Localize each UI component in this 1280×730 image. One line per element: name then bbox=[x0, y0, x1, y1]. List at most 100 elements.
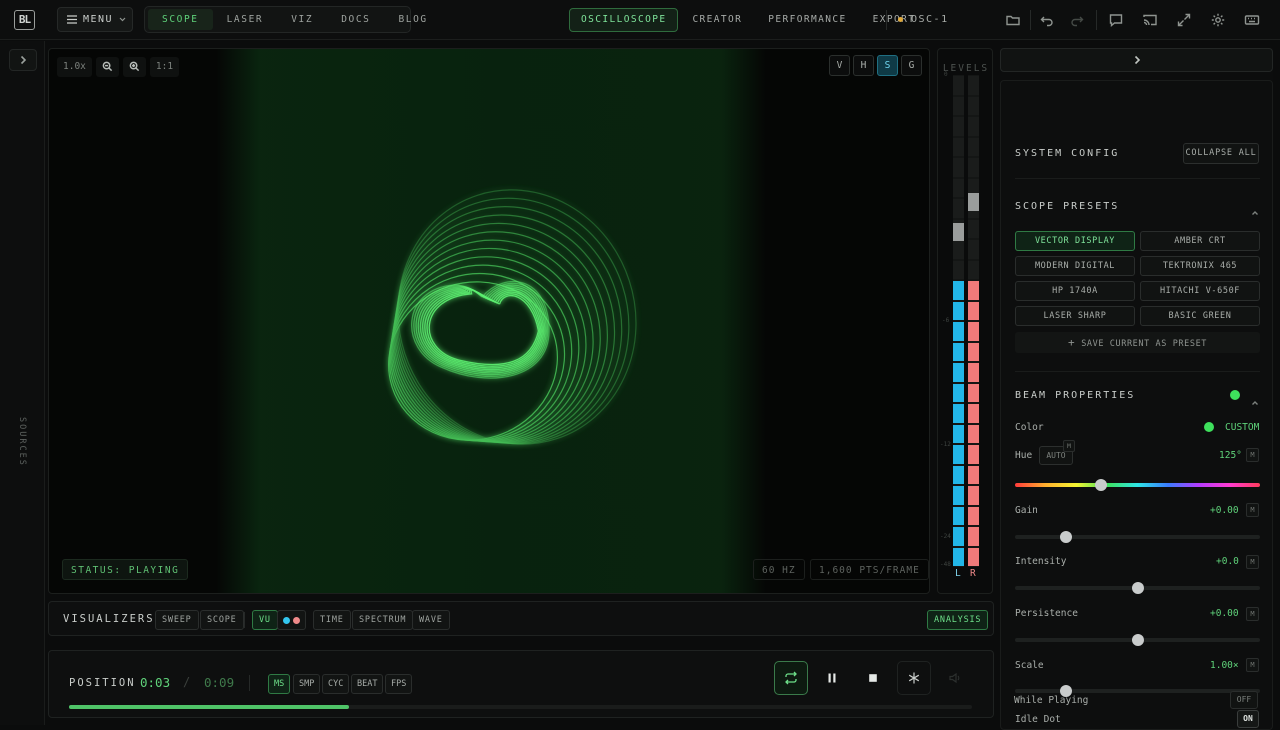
meter-segment bbox=[968, 322, 979, 341]
hue-slider-thumb[interactable] bbox=[1094, 479, 1107, 491]
chevron-up-icon[interactable] bbox=[1251, 392, 1259, 405]
undo-icon[interactable] bbox=[1038, 11, 1056, 29]
zoom-reset-button[interactable]: 1:1 bbox=[149, 57, 180, 77]
persistence-slider[interactable] bbox=[1015, 634, 1260, 646]
color-value[interactable]: CUSTOM bbox=[1225, 422, 1259, 433]
intensity-slider[interactable] bbox=[1015, 582, 1260, 594]
zoom-in-icon bbox=[129, 61, 140, 72]
while-playing-toggle[interactable]: OFF bbox=[1230, 691, 1258, 709]
expand-sources-button[interactable] bbox=[9, 49, 37, 71]
meter-segment bbox=[953, 322, 964, 341]
unit-smp-button[interactable]: SMP bbox=[293, 674, 321, 694]
viz-spectrum-button[interactable]: SPECTRUM bbox=[352, 610, 414, 630]
meter-segment bbox=[953, 240, 964, 259]
m-badge[interactable]: M bbox=[1246, 503, 1259, 517]
unit-ms-button[interactable]: MS bbox=[268, 674, 291, 694]
unit-beat-button[interactable]: BEAT bbox=[351, 674, 384, 694]
settings-icon[interactable] bbox=[1209, 11, 1227, 29]
settings-panel-body: SYSTEM CONFIG COLLAPSE ALL SCOPE PRESETS… bbox=[1000, 80, 1273, 730]
meter-peak-hold bbox=[953, 222, 964, 241]
scope-presets-title[interactable]: SCOPE PRESETS bbox=[1015, 201, 1119, 212]
zoom-out-button[interactable] bbox=[95, 57, 119, 77]
viz-wave-button[interactable]: WAVE bbox=[412, 610, 450, 630]
view-s-button[interactable]: S bbox=[877, 55, 898, 76]
nav-tab-docs[interactable]: DOCS bbox=[327, 9, 384, 30]
chat-icon[interactable] bbox=[1107, 11, 1125, 29]
idle-dot-toggle[interactable]: ON bbox=[1237, 710, 1259, 728]
chevron-up-icon[interactable] bbox=[1251, 202, 1259, 215]
viz-scope-button[interactable]: SCOPE bbox=[200, 610, 244, 630]
snowflake-icon bbox=[908, 672, 920, 684]
meter-segment bbox=[968, 260, 979, 279]
stop-button[interactable] bbox=[856, 661, 890, 695]
view-g-button[interactable]: G bbox=[901, 55, 922, 76]
freeze-button[interactable] bbox=[897, 661, 931, 695]
nav-tab-laser[interactable]: LASER bbox=[213, 9, 278, 30]
left-channel-meter bbox=[953, 75, 964, 567]
preset-vector-display[interactable]: VECTOR DISPLAY bbox=[1015, 231, 1135, 251]
m-badge[interactable]: M bbox=[1246, 555, 1259, 569]
preset-hp-1740a[interactable]: HP 1740A bbox=[1015, 281, 1135, 301]
fullscreen-icon[interactable] bbox=[1175, 11, 1193, 29]
view-h-button[interactable]: H bbox=[853, 55, 874, 76]
viz-sweep-button[interactable]: SWEEP bbox=[155, 610, 199, 630]
m-badge[interactable]: M bbox=[1246, 607, 1259, 621]
nav-tab-blog[interactable]: BLOG bbox=[384, 9, 441, 30]
pause-button[interactable] bbox=[815, 661, 849, 695]
m-badge[interactable]: M bbox=[1246, 658, 1259, 672]
playback-progress[interactable] bbox=[69, 705, 972, 709]
collapse-panel-button[interactable] bbox=[1000, 48, 1273, 72]
device-selector[interactable]: OSC-1 bbox=[898, 8, 949, 32]
gain-slider-thumb[interactable] bbox=[1060, 531, 1073, 543]
keyboard-icon[interactable] bbox=[1243, 11, 1261, 29]
collapse-all-button[interactable]: COLLAPSE ALL bbox=[1183, 143, 1259, 164]
persistence-slider-thumb[interactable] bbox=[1131, 634, 1144, 646]
m-badge[interactable]: M bbox=[1063, 440, 1075, 452]
save-preset-button[interactable]: + SAVE CURRENT AS PRESET bbox=[1015, 332, 1260, 353]
folder-icon[interactable] bbox=[1004, 11, 1022, 29]
nav-tab-scope[interactable]: SCOPE bbox=[148, 9, 213, 30]
zoom-in-button[interactable] bbox=[122, 57, 146, 77]
hue-slider[interactable] bbox=[1015, 479, 1260, 491]
meter-segment bbox=[953, 137, 964, 156]
cast-icon[interactable] bbox=[1141, 11, 1159, 29]
scale-slider[interactable] bbox=[1015, 685, 1260, 697]
viz-time-button[interactable]: TIME bbox=[313, 610, 351, 630]
analysis-button[interactable]: ANALYSIS bbox=[927, 610, 989, 630]
unit-cyc-button[interactable]: CYC bbox=[322, 674, 350, 694]
view-v-button[interactable]: V bbox=[829, 55, 850, 76]
mode-tab-oscilloscope[interactable]: OSCILLOSCOPE bbox=[569, 8, 679, 32]
mode-tab-performance[interactable]: PERFORMANCE bbox=[756, 8, 858, 32]
preset-laser-sharp[interactable]: LASER SHARP bbox=[1015, 306, 1135, 326]
level-tick: -6 bbox=[942, 317, 950, 324]
color-swatch[interactable] bbox=[1204, 422, 1214, 432]
preset-basic-green[interactable]: BASIC GREEN bbox=[1140, 306, 1260, 326]
visualizers-bar: VISUALIZERS SWEEP SCOPE VU TIME SPECTRUM… bbox=[48, 601, 994, 636]
beam-properties-title[interactable]: BEAM PROPERTIES bbox=[1015, 390, 1135, 401]
meter-segment bbox=[953, 281, 964, 300]
intensity-slider-thumb[interactable] bbox=[1131, 582, 1144, 594]
loop-button[interactable] bbox=[774, 661, 808, 695]
meter-segment bbox=[968, 281, 979, 300]
preset-amber-crt[interactable]: AMBER CRT bbox=[1140, 231, 1260, 251]
menu-button[interactable]: MENU bbox=[57, 7, 133, 32]
nav-tab-viz[interactable]: VIZ bbox=[277, 9, 327, 30]
preset-tektronix-465[interactable]: TEKTRONIX 465 bbox=[1140, 256, 1260, 276]
meter-segment bbox=[968, 219, 979, 238]
zoom-out-icon bbox=[102, 61, 113, 72]
redo-icon[interactable] bbox=[1068, 11, 1086, 29]
preset-hitachi-v650f[interactable]: HITACHI V-650F bbox=[1140, 281, 1260, 301]
app-logo[interactable]: BL bbox=[14, 10, 35, 30]
meter-segment bbox=[968, 96, 979, 115]
oscilloscope-display[interactable]: 1.0x 1:1 V H S G STATUS: PLAYING 60 HZ 1… bbox=[48, 48, 930, 594]
gain-slider[interactable] bbox=[1015, 531, 1260, 543]
mode-tab-creator[interactable]: CREATOR bbox=[680, 8, 754, 32]
right-channel-dot bbox=[293, 617, 300, 624]
m-badge[interactable]: M bbox=[1246, 448, 1259, 462]
unit-fps-button[interactable]: FPS bbox=[385, 674, 413, 694]
mute-button[interactable] bbox=[938, 661, 972, 695]
viz-vu-button[interactable]: VU bbox=[252, 610, 278, 630]
preset-modern-digital[interactable]: MODERN DIGITAL bbox=[1015, 256, 1135, 276]
meter-segment bbox=[968, 486, 979, 505]
vu-channel-toggle[interactable] bbox=[277, 610, 306, 630]
